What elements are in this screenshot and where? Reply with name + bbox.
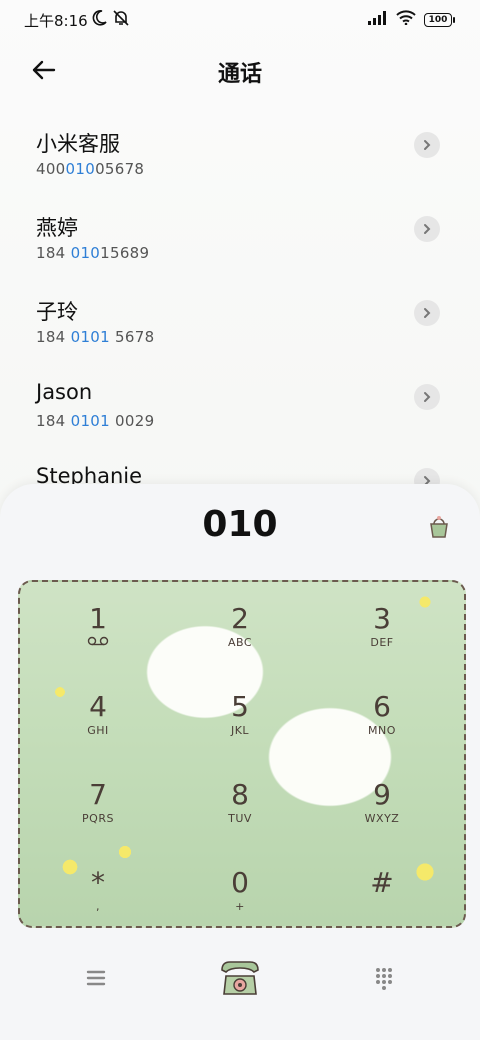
contact-row[interactable]: 子玲 184 0101 5678 <box>0 284 480 368</box>
key-letters: ABC <box>227 636 253 649</box>
key-letters: GHI <box>87 724 109 737</box>
contact-number: 184 01015689 <box>36 244 149 262</box>
keypad-grid-icon[interactable] <box>368 962 400 994</box>
key-hash[interactable]: # <box>342 868 422 938</box>
key-digit: 8 <box>231 778 249 811</box>
header: 通话 <box>0 40 480 100</box>
contact-name: Jason <box>36 380 93 404</box>
page-title: 通话 <box>217 62 262 87</box>
key-digit: 2 <box>231 602 249 635</box>
key-digit: 7 <box>89 778 107 811</box>
key-8[interactable]: 8 TUV <box>200 780 280 850</box>
menu-icon[interactable] <box>80 962 112 994</box>
signal-icon <box>368 10 388 29</box>
key-6[interactable]: 6 MNO <box>342 692 422 762</box>
number-suffix: 15689 <box>100 244 150 262</box>
status-bar: 上午8:16 100 <box>0 0 480 40</box>
contact-name: 燕婷 <box>36 216 78 240</box>
status-time: 上午8:16 <box>24 12 88 30</box>
number-suffix: 05678 <box>95 160 145 178</box>
number-match: 0101 <box>70 328 110 346</box>
chevron-right-icon[interactable] <box>414 132 440 158</box>
voicemail-icon <box>58 636 138 649</box>
contact-row[interactable]: 燕婷 184 01015689 <box>0 200 480 284</box>
key-9[interactable]: 9 WXYZ <box>342 780 422 850</box>
key-4[interactable]: 4 GHI <box>58 692 138 762</box>
key-letters: + <box>235 900 245 913</box>
contact-number: 40001005678 <box>36 160 144 178</box>
key-7[interactable]: 7 PQRS <box>58 780 138 850</box>
key-digit: # <box>370 866 394 899</box>
chevron-right-icon[interactable] <box>414 384 440 410</box>
number-suffix: 0029 <box>109 412 155 430</box>
number-match: 0101 <box>70 412 110 430</box>
keypad: 1 2 ABC 3 DEF 4 GHI 5 JKL 6 MNO 7 PQRS 8 TUV 9W… <box>18 580 466 928</box>
battery-icon: 100 <box>424 12 455 27</box>
key-0[interactable]: 0 + <box>200 868 280 938</box>
key-digit: * <box>91 866 105 899</box>
key-1[interactable]: 1 <box>58 604 138 674</box>
key-letters: WXYZ <box>364 812 400 825</box>
chevron-right-icon[interactable] <box>414 216 440 242</box>
key-letters: JKL <box>230 724 250 737</box>
number-prefix: 184 <box>36 244 71 262</box>
wifi-icon <box>396 10 416 29</box>
number-match: 010 <box>70 244 101 262</box>
key-letters: MNO <box>368 724 396 737</box>
bell-mute-icon <box>112 9 130 31</box>
key-3[interactable]: 3 DEF <box>342 604 422 674</box>
key-digit: 1 <box>89 602 107 635</box>
key-digit: 4 <box>89 690 107 723</box>
moon-icon <box>92 9 108 31</box>
contact-row[interactable]: Jason 184 0101 0029 <box>0 368 480 452</box>
dialed-number: 010 <box>202 504 278 545</box>
contact-row[interactable]: 小米客服 40001005678 <box>0 116 480 200</box>
number-prefix: 400 <box>36 160 66 178</box>
key-letters: TUV <box>228 812 252 825</box>
number-suffix: 5678 <box>109 328 155 346</box>
bottom-bar <box>0 946 480 1006</box>
key-digit: 5 <box>231 690 249 723</box>
chevron-right-icon[interactable] <box>414 300 440 326</box>
status-right: 100 <box>368 10 455 29</box>
contact-number: 184 0101 0029 <box>36 412 154 430</box>
telephone-icon[interactable] <box>214 952 266 1004</box>
contact-name: 小米客服 <box>36 132 120 156</box>
key-letters: , <box>96 900 100 913</box>
contact-number: 184 0101 5678 <box>36 328 154 346</box>
key-letters: DEF <box>370 636 394 649</box>
number-prefix: 184 <box>36 412 71 430</box>
delete-basket-icon[interactable] <box>424 512 454 542</box>
key-digit: 6 <box>373 690 391 723</box>
key-digit: 3 <box>373 602 391 635</box>
key-2[interactable]: 2 ABC <box>200 604 280 674</box>
key-5[interactable]: 5 JKL <box>200 692 280 762</box>
number-match: 010 <box>65 160 96 178</box>
key-digit: 9 <box>373 778 391 811</box>
contact-name: 子玲 <box>36 300 78 324</box>
key-digit: 0 <box>231 866 249 899</box>
key-letters: PQRS <box>82 812 114 825</box>
number-prefix: 184 <box>36 328 71 346</box>
key-star[interactable]: *, <box>58 868 138 938</box>
